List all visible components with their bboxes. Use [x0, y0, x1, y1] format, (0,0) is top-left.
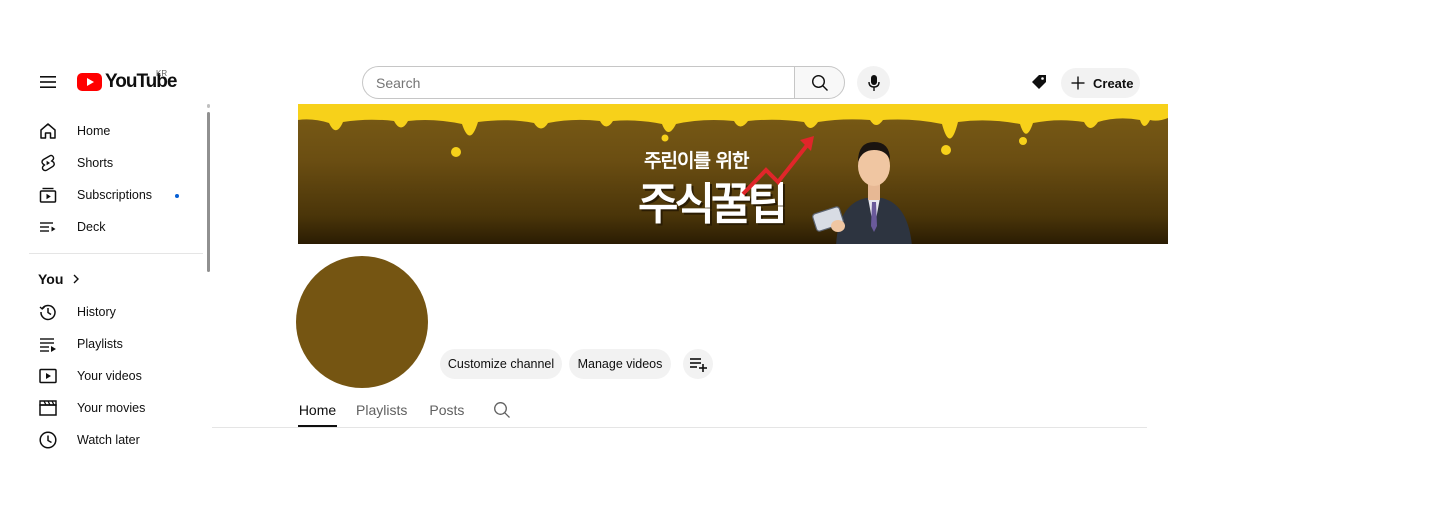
- sidebar-item-label: Shorts: [77, 156, 114, 170]
- manage-videos-button[interactable]: Manage videos: [569, 349, 671, 379]
- tab-posts[interactable]: Posts: [429, 394, 464, 426]
- search-button[interactable]: [794, 66, 845, 99]
- sidebar-divider: [29, 253, 203, 254]
- channel-banner: 주린이를 위한 주식꿀팁: [298, 104, 1168, 244]
- tab-home[interactable]: Home: [298, 394, 337, 427]
- shopping-tag-button[interactable]: [1024, 66, 1054, 98]
- your-videos-icon: [38, 366, 58, 386]
- menu-icon: [40, 76, 56, 88]
- voice-search-button[interactable]: [857, 66, 890, 99]
- youtube-logo[interactable]: YouTube KR: [77, 69, 177, 94]
- history-icon: [38, 302, 58, 322]
- subscriptions-icon: [38, 185, 58, 205]
- chevron-right-icon: [73, 274, 80, 284]
- sidebar-item-subscriptions[interactable]: Subscriptions: [28, 179, 204, 211]
- playlist-add-icon: [690, 358, 707, 372]
- sidebar-item-label: Watch later: [77, 433, 140, 447]
- sidebar-item-label: Playlists: [77, 337, 123, 351]
- tabs-divider: [212, 427, 1147, 428]
- search-input[interactable]: [362, 66, 794, 99]
- sidebar-you-heading[interactable]: You: [38, 269, 81, 289]
- sidebar-item-history[interactable]: History: [28, 296, 204, 328]
- tag-icon: [1032, 75, 1046, 89]
- sidebar-item-label: History: [77, 305, 116, 319]
- sidebar-item-label: Deck: [77, 220, 106, 234]
- search-icon: [494, 402, 511, 418]
- customize-channel-button[interactable]: Customize channel: [440, 349, 562, 379]
- search-icon: [811, 74, 828, 91]
- sidebar-item-watch-later[interactable]: Watch later: [28, 424, 204, 456]
- add-to-playlist-button[interactable]: [683, 349, 713, 379]
- sidebar-item-label: Your videos: [77, 369, 142, 383]
- rising-arrow-icon: [741, 136, 814, 196]
- create-label: Create: [1093, 75, 1134, 91]
- businessman-illustration: [812, 142, 912, 244]
- playlists-icon: [38, 334, 58, 354]
- create-button[interactable]: Create: [1061, 68, 1140, 98]
- sidebar-item-shorts[interactable]: Shorts: [28, 147, 204, 179]
- sidebar-item-deck[interactable]: Deck: [28, 211, 204, 243]
- you-heading-label: You: [38, 271, 64, 287]
- new-content-indicator: [175, 194, 179, 198]
- country-code: KR: [156, 69, 168, 78]
- sidebar-item-your-movies[interactable]: Your movies: [28, 392, 204, 424]
- shorts-icon: [38, 153, 58, 173]
- clock-icon: [38, 430, 58, 450]
- sidebar-scroll-arrow[interactable]: [207, 104, 210, 108]
- channel-search-button[interactable]: [487, 394, 517, 426]
- youtube-logo-icon: [77, 73, 102, 91]
- menu-button[interactable]: [32, 66, 64, 98]
- sidebar-item-label: Subscriptions: [77, 188, 153, 202]
- search-bar: [362, 66, 845, 99]
- channel-avatar[interactable]: [296, 256, 428, 388]
- deck-icon: [38, 217, 58, 237]
- tab-playlists[interactable]: Playlists: [356, 394, 407, 426]
- movies-icon: [38, 398, 58, 418]
- home-icon: [38, 121, 58, 141]
- sidebar-item-label: Your movies: [77, 401, 146, 415]
- sidebar-item-playlists[interactable]: Playlists: [28, 328, 204, 360]
- sidebar-item-label: Home: [77, 124, 111, 138]
- sidebar-item-your-videos[interactable]: Your videos: [28, 360, 204, 392]
- sidebar-item-home[interactable]: Home: [28, 115, 204, 147]
- plus-icon: [1071, 76, 1085, 90]
- sidebar-scrollbar[interactable]: [207, 112, 210, 272]
- channel-tabs: Home Playlists Posts: [298, 394, 517, 428]
- mic-icon: [867, 74, 880, 91]
